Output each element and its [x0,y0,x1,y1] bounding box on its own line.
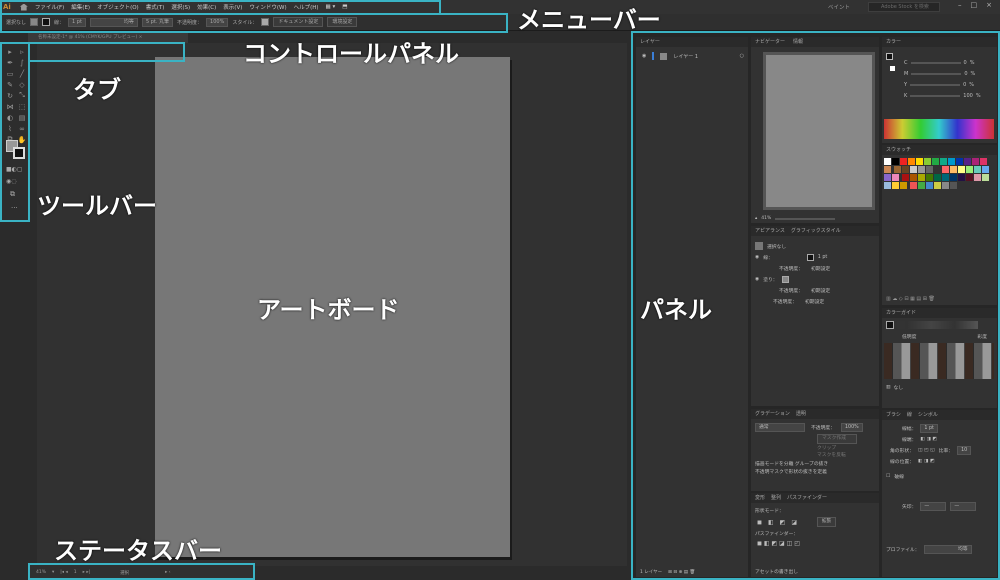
tab-close-icon[interactable]: × [139,35,143,40]
workspace-switcher[interactable]: ベイント [828,3,850,11]
annotation-artboard: アートボード [257,296,400,324]
close-icon[interactable]: × [986,1,992,9]
annotation-tab: タブ [73,76,121,104]
minimize-icon[interactable]: – [958,1,962,9]
stock-search-input[interactable]: Adobe Stock を検索 [868,2,940,12]
control-panel-highlight [0,13,508,33]
annotation-status: ステータスバー [54,537,222,565]
maximize-icon[interactable]: □ [971,1,978,9]
window-controls: – □ × [958,1,992,9]
annotation-panels: パネル [640,296,712,324]
toolbar-highlight [0,42,30,222]
document-tab-label: 名称未設定-1* @ 41% (CMYK/GPU プレビュー) [38,35,138,40]
tab-highlight [28,42,185,62]
annotation-toolbar: ツールバー [37,192,157,220]
annotation-control: コントロールパネル [243,40,459,68]
annotation-menubar: メニューバー [517,6,661,34]
